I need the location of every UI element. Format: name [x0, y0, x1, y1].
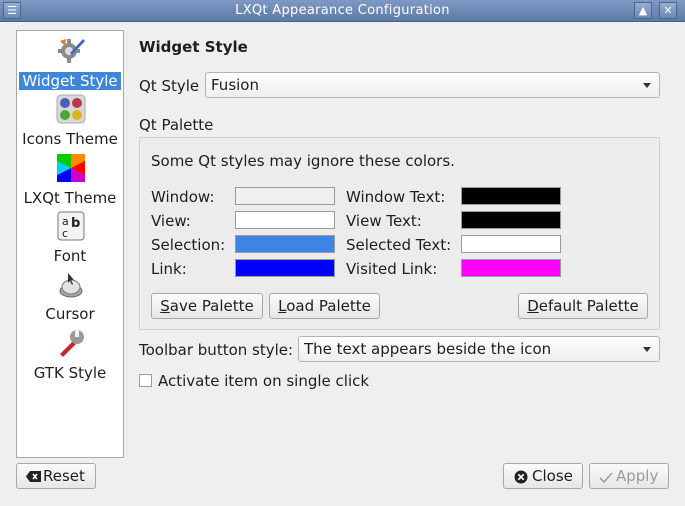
sidebar-item-label: Icons Theme — [22, 130, 118, 148]
selection-color-label: Selection: — [151, 236, 226, 254]
window-text-color-swatch[interactable] — [461, 187, 561, 205]
selected-text-color-label: Selected Text: — [346, 236, 452, 254]
window-color-swatch[interactable] — [235, 187, 335, 205]
font-icon: a b c — [57, 211, 85, 241]
toolbar-style-select[interactable]: The text appears beside the icon — [298, 336, 660, 362]
palette-note: Some Qt styles may ignore these colors. — [151, 152, 455, 170]
view-color-label: View: — [151, 212, 191, 230]
sidebar-item-label: GTK Style — [33, 364, 107, 382]
lxqt-theme-icon — [57, 154, 85, 182]
widget-style-icon — [58, 39, 85, 63]
view-text-color-swatch[interactable] — [461, 211, 561, 229]
view-text-color-label: View Text: — [346, 212, 422, 230]
sidebar-item-widget-style[interactable]: Widget Style — [19, 34, 121, 92]
sidebar-item-lxqt-theme[interactable]: LXQt Theme — [19, 151, 121, 209]
toolbar-style-value: The text appears beside the icon — [304, 340, 552, 358]
window-titlebar[interactable]: ☰ LXQt Appearance Configuration ▲ ✕ — [0, 0, 685, 22]
page-title: Widget Style — [139, 38, 248, 56]
close-window-button[interactable]: ✕ — [659, 2, 677, 19]
window-title: LXQt Appearance Configuration — [235, 3, 450, 18]
save-palette-button[interactable]: Save Palette — [151, 293, 263, 319]
maximize-button[interactable]: ▲ — [634, 2, 652, 19]
close-circle-icon — [514, 470, 528, 484]
single-click-label: Activate item on single click — [158, 372, 370, 390]
window-color-label: Window: — [151, 188, 215, 206]
reset-button[interactable]: Reset — [16, 463, 96, 489]
sidebar-item-label: Font — [53, 247, 87, 265]
qt-style-select[interactable]: Fusion — [205, 72, 660, 98]
visited-link-color-label: Visited Link: — [346, 260, 438, 278]
sidebar-item-gtk-style[interactable]: GTK Style — [19, 326, 121, 384]
gtk-style-icon — [60, 329, 84, 357]
default-palette-button[interactable]: Default Palette — [518, 293, 648, 319]
category-sidebar[interactable]: Widget Style Icons Theme LXQt Theme a b … — [16, 30, 124, 458]
chevron-down-icon — [643, 347, 651, 352]
single-click-checkbox[interactable] — [139, 374, 152, 387]
load-palette-button[interactable]: Load Palette — [269, 293, 380, 319]
qt-style-label: Qt Style — [139, 77, 200, 95]
close-button[interactable]: Close — [503, 463, 583, 489]
sidebar-item-cursor[interactable]: Cursor — [19, 267, 121, 325]
qt-palette-label: Qt Palette — [139, 116, 214, 134]
selected-text-color-swatch[interactable] — [461, 235, 561, 253]
cursor-icon — [59, 273, 83, 298]
view-color-swatch[interactable] — [235, 211, 335, 229]
svg-text:c: c — [62, 227, 68, 240]
checkmark-icon — [599, 472, 613, 483]
chevron-down-icon — [643, 83, 651, 88]
sidebar-item-icons-theme[interactable]: Icons Theme — [19, 92, 121, 150]
sidebar-item-label: LXQt Theme — [23, 189, 117, 207]
link-color-label: Link: — [151, 260, 187, 278]
selection-color-swatch[interactable] — [235, 235, 335, 253]
toolbar-style-label: Toolbar button style: — [139, 341, 294, 359]
apply-button[interactable]: Apply — [589, 463, 669, 489]
qt-style-value: Fusion — [211, 76, 259, 94]
caret-up-icon: ▲ — [638, 4, 648, 17]
visited-link-color-swatch[interactable] — [461, 259, 561, 277]
sidebar-item-font[interactable]: a b c Font — [19, 209, 121, 267]
link-color-swatch[interactable] — [235, 259, 335, 277]
close-icon: ✕ — [663, 4, 673, 17]
sidebar-item-label: Cursor — [45, 305, 95, 323]
sidebar-item-label: Widget Style — [19, 72, 121, 90]
icons-theme-icon — [56, 94, 86, 124]
svg-text:b: b — [71, 216, 80, 231]
window-text-color-label: Window Text: — [346, 188, 446, 206]
backspace-icon — [26, 471, 41, 482]
